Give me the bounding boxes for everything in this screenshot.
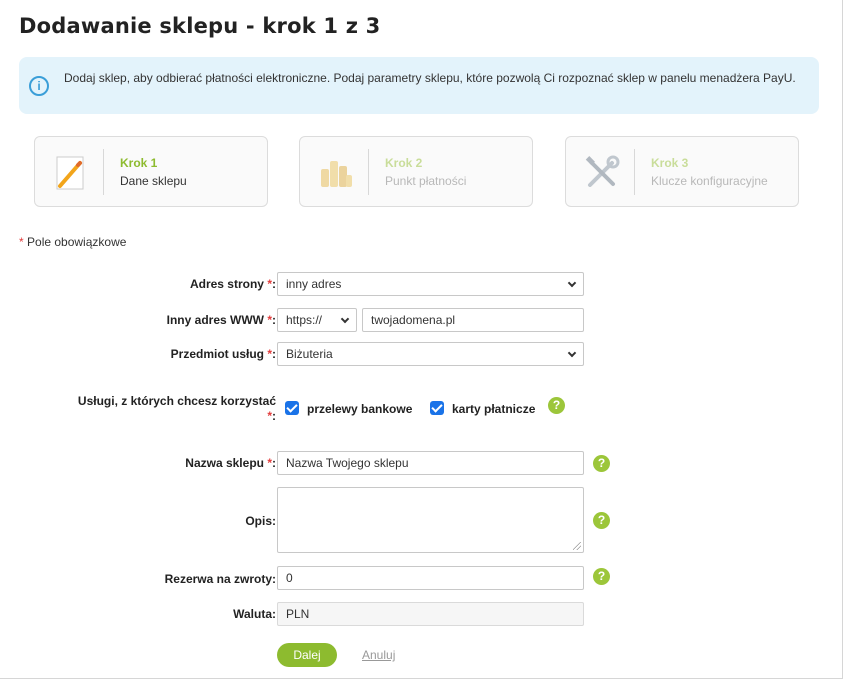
tools-icon <box>582 153 622 193</box>
next-button[interactable]: Dalej <box>277 643 337 667</box>
services-label-text: Usługi, z których chcesz korzystać <box>77 394 276 408</box>
subject-select-value: Biżuteria <box>286 347 333 361</box>
shop-name-label: Nazwa sklepu *: <box>185 456 276 470</box>
step-label: Dane sklepu <box>120 174 187 188</box>
step-separator <box>634 149 635 195</box>
description-textarea[interactable] <box>277 487 584 553</box>
colon: : <box>272 277 276 291</box>
page-title: Dodawanie sklepu - krok 1 z 3 <box>19 14 381 38</box>
protocol-select[interactable]: https:// <box>277 308 357 332</box>
step-separator <box>103 149 104 195</box>
step-3: Krok 3 Klucze konfiguracyjne <box>565 136 799 207</box>
domain-input[interactable]: twojadomena.pl <box>362 308 584 332</box>
step-separator <box>368 149 369 195</box>
bank-transfer-label: przelewy bankowe <box>307 402 413 416</box>
protocol-select-value: https:// <box>286 313 323 327</box>
step-number: Krok 2 <box>385 156 423 170</box>
step-number: Krok 1 <box>120 156 158 170</box>
currency-label: Waluta: <box>233 607 276 621</box>
info-text: Dodaj sklep, aby odbierać płatności elek… <box>64 71 796 85</box>
info-banner: i Dodaj sklep, aby odbierać płatności el… <box>19 57 819 114</box>
chevron-down-icon <box>567 278 577 288</box>
reserve-label-text: Rezerwa na zwroty <box>164 572 272 586</box>
address-select[interactable]: inny adres <box>277 272 584 296</box>
address-label-text: Adres strony <box>189 277 264 291</box>
required-note-text: Pole obowiązkowe <box>27 235 127 249</box>
colon: : <box>272 409 276 423</box>
description-label-text: Opis <box>245 514 272 528</box>
required-note: * Pole obowiązkowe <box>19 235 126 249</box>
chevron-down-icon <box>340 314 350 324</box>
help-icon[interactable]: ? <box>593 568 610 585</box>
reserve-input[interactable]: 0 <box>277 566 584 590</box>
resize-grip-icon[interactable] <box>573 542 581 550</box>
shop-name-input[interactable]: Nazwa Twojego sklepu <box>277 451 584 475</box>
colon: : <box>272 456 276 470</box>
currency-field-value: PLN <box>286 607 310 621</box>
address-select-value: inny adres <box>286 277 342 291</box>
bank-transfer-checkbox[interactable] <box>285 401 299 415</box>
colon: : <box>272 572 276 586</box>
step-number: Krok 3 <box>651 156 689 170</box>
currency-label-text: Waluta <box>233 607 272 621</box>
cancel-link[interactable]: Anuluj <box>362 648 395 662</box>
step-1: Krok 1 Dane sklepu <box>34 136 268 207</box>
address-label: Adres strony *: <box>190 277 276 291</box>
services-label: Usługi, z których chcesz korzystać *: <box>36 394 276 424</box>
help-icon[interactable]: ? <box>593 455 610 472</box>
pencil-icon <box>51 153 91 193</box>
step-2: Krok 2 Punkt płatności <box>299 136 533 207</box>
colon: : <box>272 607 276 621</box>
help-icon[interactable]: ? <box>548 397 565 414</box>
reserve-input-value: 0 <box>286 571 293 585</box>
domain-input-value: twojadomena.pl <box>371 313 456 327</box>
description-label: Opis: <box>245 514 276 528</box>
shop-name-input-value: Nazwa Twojego sklepu <box>286 456 409 470</box>
coins-icon <box>316 153 356 193</box>
reserve-label: Rezerwa na zwroty: <box>165 572 276 586</box>
step-label: Klucze konfiguracyjne <box>651 174 768 188</box>
other-www-label: Inny adres WWW *: <box>167 313 276 327</box>
colon: : <box>272 347 276 361</box>
other-www-label-text: Inny adres WWW <box>166 313 264 327</box>
currency-field: PLN <box>277 602 584 626</box>
subject-select[interactable]: Biżuteria <box>277 342 584 366</box>
required-asterisk: * <box>19 235 24 249</box>
info-icon: i <box>29 76 49 96</box>
shop-name-label-text: Nazwa sklepu <box>185 456 264 470</box>
subject-label: Przedmiot usług *: <box>171 347 276 361</box>
chevron-down-icon <box>567 348 577 358</box>
step-label: Punkt płatności <box>385 174 467 188</box>
colon: : <box>272 313 276 327</box>
subject-label-text: Przedmiot usług <box>170 347 264 361</box>
payment-cards-label: karty płatnicze <box>452 402 536 416</box>
help-icon[interactable]: ? <box>593 512 610 529</box>
colon: : <box>272 514 276 528</box>
payment-cards-checkbox[interactable] <box>430 401 444 415</box>
